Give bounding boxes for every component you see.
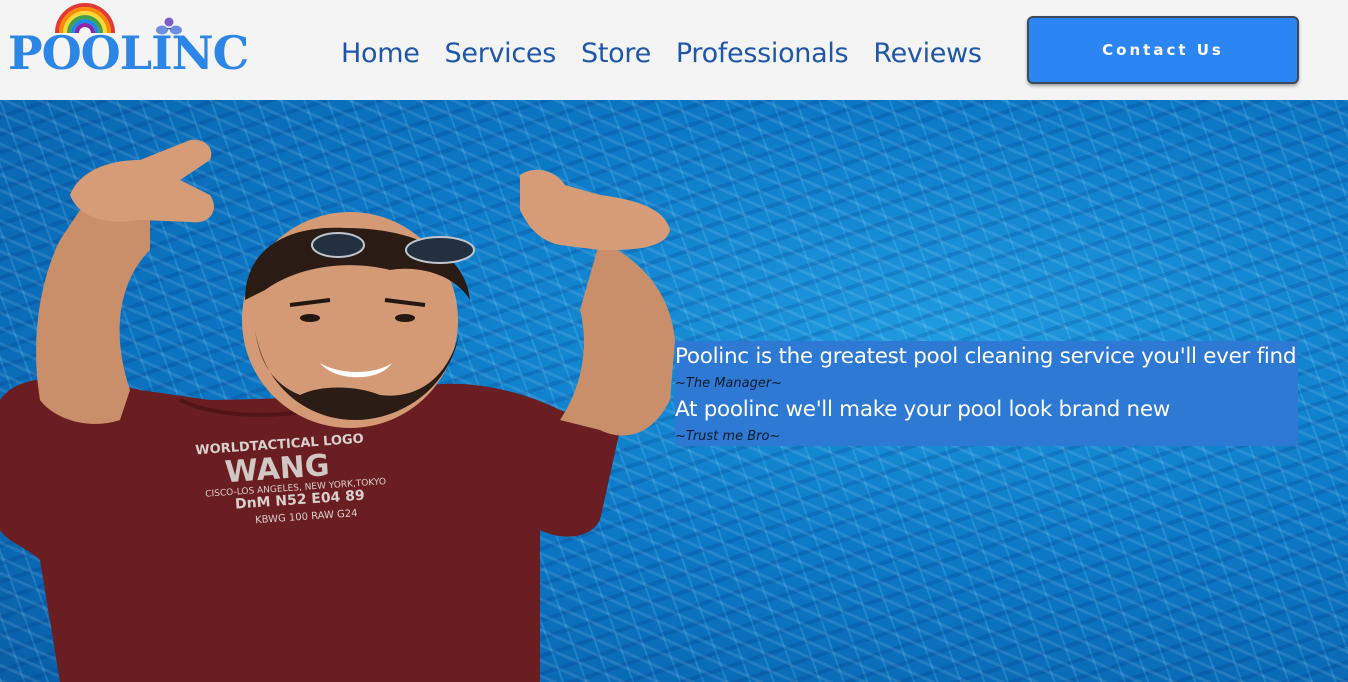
poolinc-logo[interactable]: POOLINC [6,2,258,82]
main-nav: Home Services Store Professionals Review… [341,36,1007,72]
hero-quote-2-signature: ~Trust me Bro~ [675,429,781,444]
hero-quote-1-signature: ~The Manager~ [675,376,783,391]
hero-person-image: WORLDTACTICAL LOGO WANG CISCO-LOS ANGELE… [0,139,675,682]
nav-reviews[interactable]: Reviews [873,36,982,72]
logo-wordmark: POOLINC [8,26,249,80]
nav-store[interactable]: Store [581,36,651,72]
site-header: POOLINC Home Services Store Professional… [0,0,1348,100]
hero-section: WORLDTACTICAL LOGO WANG CISCO-LOS ANGELE… [0,100,1348,682]
contact-us-button[interactable]: Contact Us [1027,16,1299,84]
nav-services[interactable]: Services [445,36,557,72]
hero-quote-panel: Poolinc is the greatest pool cleaning se… [675,341,1298,446]
nav-professionals[interactable]: Professionals [676,36,849,72]
hero-quote-1: Poolinc is the greatest pool cleaning se… [675,344,1297,369]
nav-home[interactable]: Home [341,36,420,72]
hero-quote-2: At poolinc we'll make your pool look bra… [675,397,1171,422]
